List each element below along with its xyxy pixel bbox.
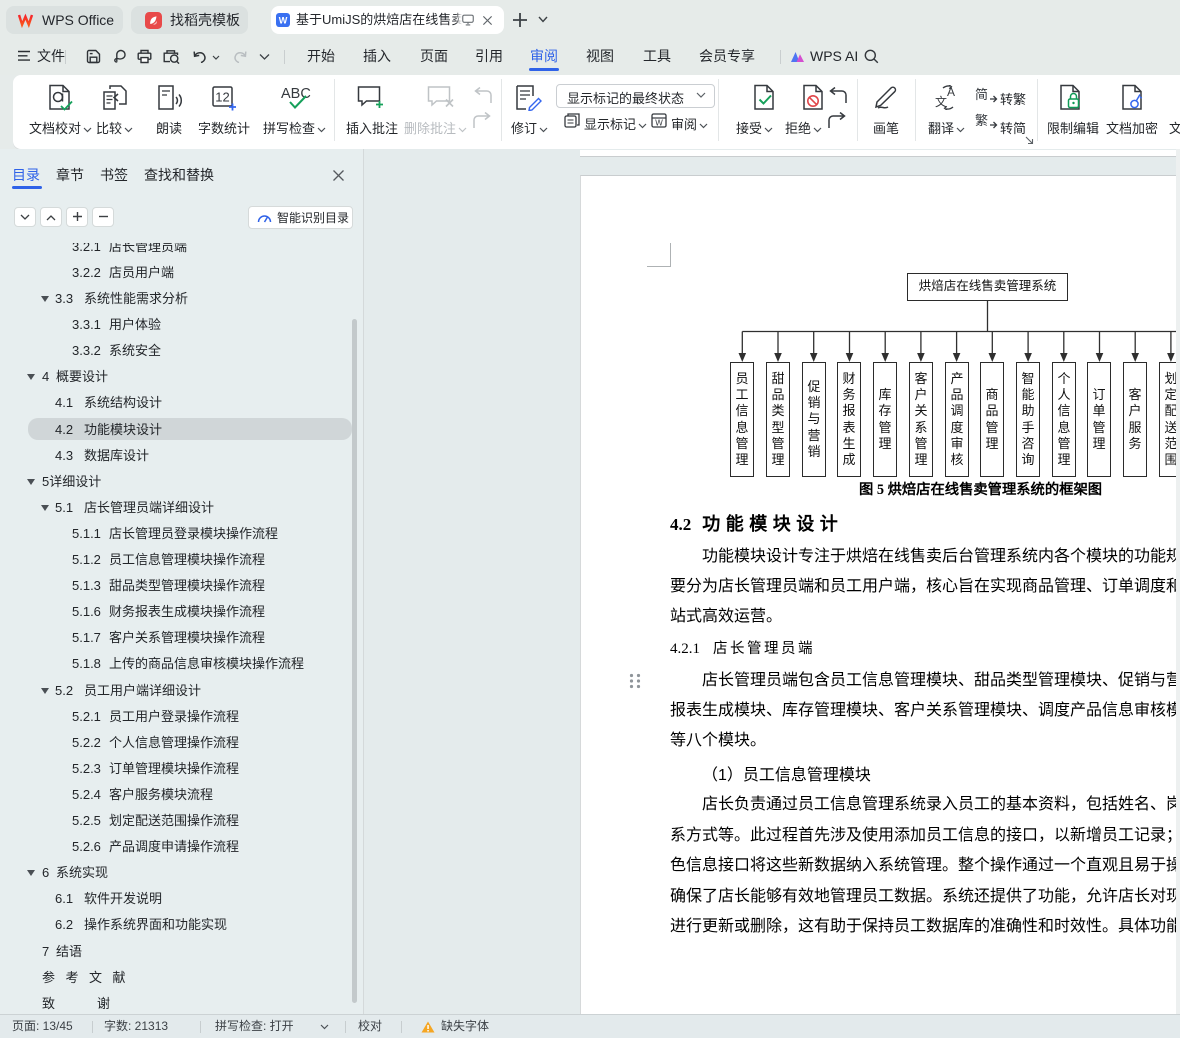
svg-text:12: 12 <box>215 90 229 105</box>
svg-text:W: W <box>279 16 288 26</box>
svg-text:W: W <box>655 119 663 128</box>
svg-text:文: 文 <box>935 94 947 109</box>
svg-text:简: 简 <box>975 87 988 102</box>
svg-text:繁: 繁 <box>975 113 988 128</box>
svg-text:ABC: ABC <box>281 86 311 102</box>
